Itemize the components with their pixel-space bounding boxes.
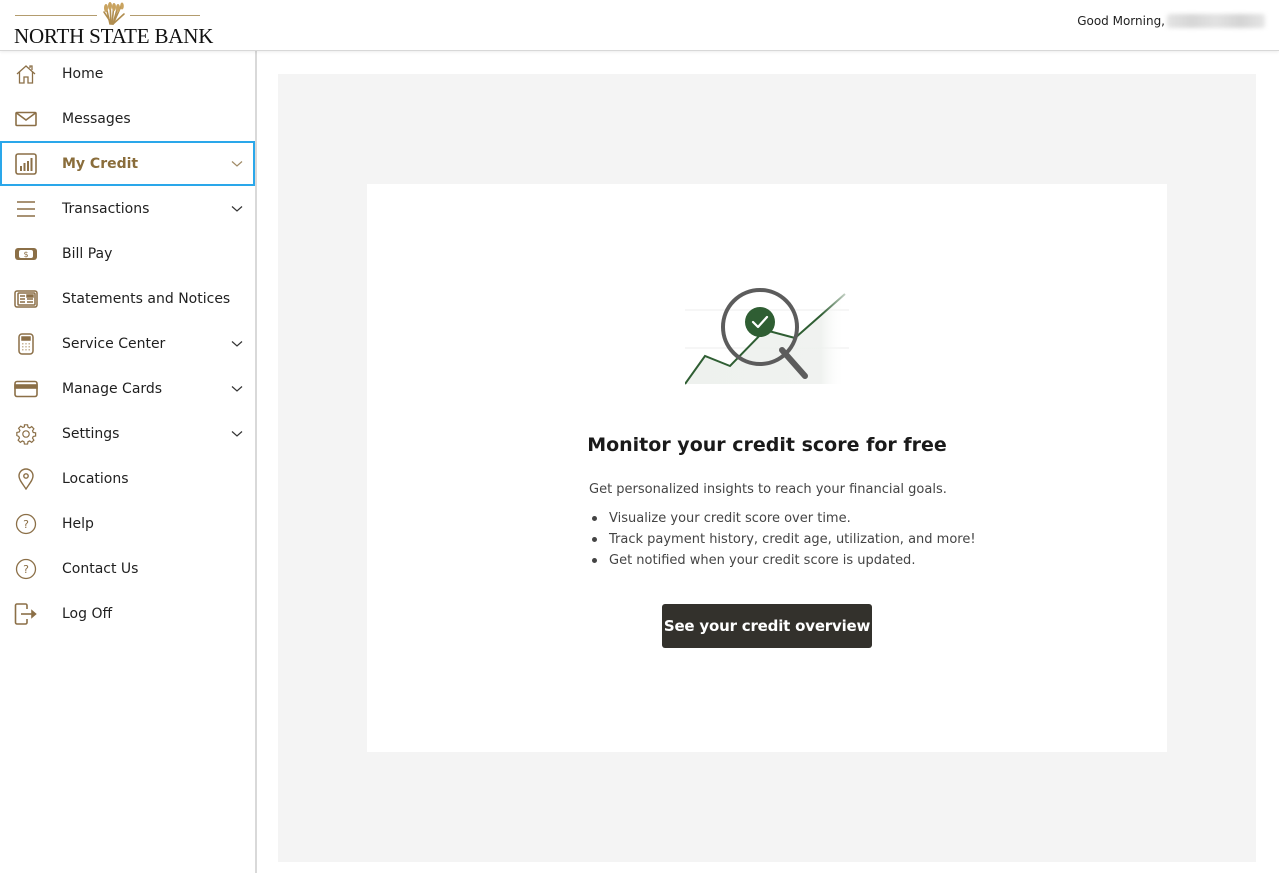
sidebar-item-messages[interactable]: Messages (0, 96, 255, 141)
dollar-bill-icon: $ (14, 242, 38, 266)
main-panel: Monitor your credit score for free Get p… (278, 74, 1256, 862)
credit-monitor-illustration (685, 288, 849, 385)
sidebar-item-label: Statements and Notices (62, 290, 231, 307)
feature-list: Visualize your credit score over time. T… (589, 511, 976, 574)
sidebar-item-label: Service Center (62, 335, 166, 352)
sidebar-item-label: My Credit (62, 155, 139, 172)
sidebar-item-bill-pay[interactable]: $ Bill Pay (0, 231, 255, 276)
sidebar-item-service-center[interactable]: Service Center (0, 321, 255, 366)
svg-text:$: $ (23, 250, 28, 259)
logo-rule-right (130, 15, 200, 16)
wheat-logo-icon (103, 2, 125, 25)
sidebar-item-label: Log Off (62, 605, 113, 622)
sidebar-item-home[interactable]: Home (0, 51, 255, 96)
chevron-down-icon[interactable] (231, 205, 243, 213)
sidebar-item-log-off[interactable]: Log Off (0, 591, 255, 636)
chevron-down-icon[interactable] (231, 385, 243, 393)
question-circle-icon: ? (14, 512, 38, 536)
see-credit-overview-button[interactable]: See your credit overview (662, 604, 872, 648)
home-icon (14, 62, 38, 86)
chevron-down-icon[interactable] (231, 430, 243, 438)
logo-rule-left (15, 15, 97, 16)
top-header: NORTH STATE BANK Good Morning, (0, 0, 1279, 51)
sidebar-item-label: Messages (62, 110, 131, 127)
map-pin-icon (14, 467, 38, 491)
logout-icon (14, 602, 38, 626)
credit-card-icon (14, 377, 38, 401)
credit-promo-card: Monitor your credit score for free Get p… (367, 184, 1167, 752)
north-state-bank-logo[interactable]: NORTH STATE BANK (14, 0, 214, 48)
envelope-icon (14, 107, 38, 131)
card-intro: Get personalized insights to reach your … (589, 482, 947, 497)
sidebar-item-statements-and-notices[interactable]: Statements and Notices (0, 276, 255, 321)
chevron-down-icon[interactable] (231, 340, 243, 348)
gear-icon (14, 422, 38, 446)
sidebar-item-label: Bill Pay (62, 245, 113, 262)
sidebar-item-label: Contact Us (62, 560, 139, 577)
sidebar-item-label: Help (62, 515, 94, 532)
sidebar-item-transactions[interactable]: Transactions (0, 186, 255, 231)
svg-text:?: ? (23, 518, 29, 531)
newspaper-icon (14, 287, 38, 311)
svg-text:?: ? (23, 563, 29, 576)
sidebar-item-label: Settings (62, 425, 120, 442)
sidebar-item-help[interactable]: ? Help (0, 501, 255, 546)
card-title: Monitor your credit score for free (587, 434, 947, 456)
sidebar-item-label: Home (62, 65, 104, 82)
feature-list-item: Visualize your credit score over time. (589, 511, 976, 532)
brand-wordmark: NORTH STATE BANK (14, 24, 214, 48)
greeting: Good Morning, (1077, 14, 1265, 28)
sidebar-item-label: Transactions (62, 200, 150, 217)
sidebar-item-my-credit[interactable]: My Credit (0, 141, 255, 186)
sidebar-item-label: Locations (62, 470, 129, 487)
sidebar-nav: Home Messages My Credit Transactions $ B… (0, 51, 257, 873)
sidebar-item-label: Manage Cards (62, 380, 163, 397)
feature-list-item: Track payment history, credit age, utili… (589, 532, 976, 553)
user-name-redacted (1167, 14, 1265, 28)
bar-chart-icon (14, 152, 38, 176)
question-circle-icon: ? (14, 557, 38, 581)
sidebar-item-manage-cards[interactable]: Manage Cards (0, 366, 255, 411)
feature-list-item: Get notified when your credit score is u… (589, 553, 976, 574)
list-icon (14, 197, 38, 221)
chevron-down-icon[interactable] (231, 160, 243, 168)
greeting-text: Good Morning, (1077, 14, 1165, 28)
sidebar-item-contact-us[interactable]: ? Contact Us (0, 546, 255, 591)
calculator-icon (14, 332, 38, 356)
sidebar-item-settings[interactable]: Settings (0, 411, 255, 456)
sidebar-item-locations[interactable]: Locations (0, 456, 255, 501)
